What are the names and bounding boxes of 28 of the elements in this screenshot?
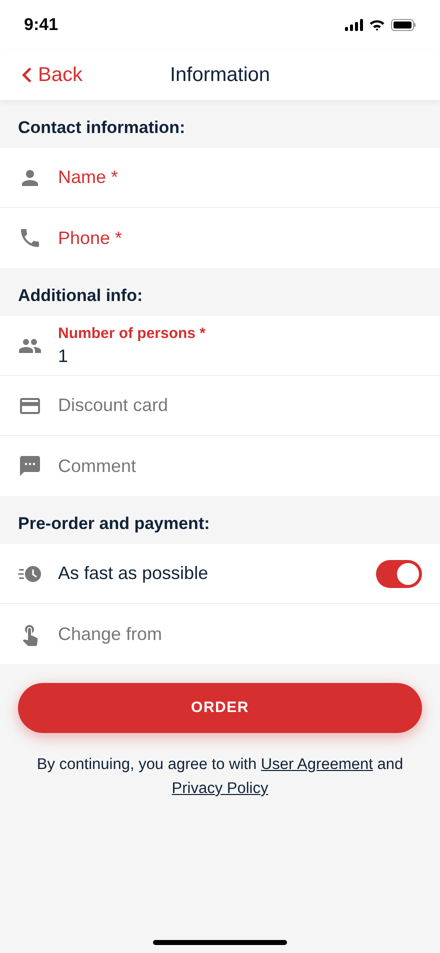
- section-heading: Additional info:: [18, 284, 143, 306]
- input-field[interactable]: Name *: [58, 162, 422, 194]
- toggle-switch[interactable]: [376, 560, 422, 588]
- input-field[interactable]: Number of persons * 1: [58, 324, 422, 368]
- form-row[interactable]: Comment: [0, 436, 440, 496]
- input-field[interactable]: Comment: [58, 450, 422, 482]
- legal-link[interactable]: Privacy Policy: [172, 780, 268, 797]
- page-title: Information: [170, 63, 270, 88]
- input-field[interactable]: Phone *: [58, 222, 422, 254]
- order-button[interactable]: ORDER: [18, 683, 422, 733]
- back-button[interactable]: Back: [0, 60, 82, 90]
- section-heading: Pre-order and payment:: [18, 512, 210, 534]
- battery-icon: [391, 19, 416, 31]
- option-label: As fast as possible: [58, 562, 210, 585]
- form-row[interactable]: Discount card: [0, 376, 440, 436]
- form-row[interactable]: Name *: [0, 148, 440, 208]
- form-row[interactable]: Phone *: [0, 208, 440, 268]
- input-field[interactable]: Discount card: [58, 390, 422, 422]
- phone-icon: [18, 226, 42, 250]
- legal-notice: By continuing, you agree to with User Agreement and Privacy Policy: [36, 755, 404, 799]
- input-field[interactable]: Change from: [58, 618, 422, 650]
- chat-bubble-icon: [18, 454, 42, 478]
- wifi-icon: [369, 19, 385, 31]
- status-time: 9:41: [24, 14, 58, 36]
- legal-link[interactable]: User Agreement: [260, 756, 373, 773]
- section-heading: Contact information:: [18, 116, 186, 138]
- form-row[interactable]: Change from: [0, 604, 440, 664]
- signal-icon: [345, 18, 363, 32]
